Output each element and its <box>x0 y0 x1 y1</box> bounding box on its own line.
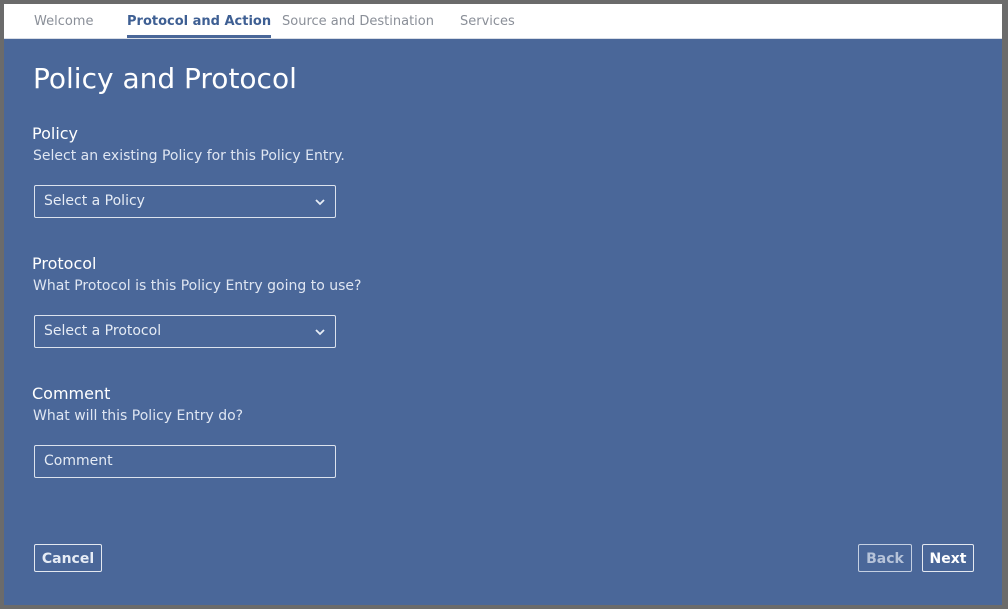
back-button[interactable]: Back <box>858 544 912 572</box>
chevron-down-icon <box>315 329 325 336</box>
policy-select[interactable]: Select a Policy <box>34 185 336 218</box>
cancel-button[interactable]: Cancel <box>34 544 102 572</box>
comment-help-text: What will this Policy Entry do? <box>33 408 244 424</box>
policy-select-value: Select a Policy <box>44 193 145 209</box>
wizard-tab-bar: Welcome Protocol and Action Source and D… <box>4 4 1002 39</box>
tab-welcome[interactable]: Welcome <box>34 4 93 38</box>
policy-label: Policy <box>32 124 79 143</box>
chevron-down-icon <box>315 199 325 206</box>
page-title: Policy and Protocol <box>33 62 297 95</box>
tab-source-and-destination[interactable]: Source and Destination <box>282 4 434 38</box>
comment-input[interactable]: Comment <box>34 445 336 478</box>
policy-entry-wizard: Welcome Protocol and Action Source and D… <box>4 4 1002 605</box>
protocol-select-value: Select a Protocol <box>44 323 162 339</box>
tab-protocol-and-action[interactable]: Protocol and Action <box>127 4 272 38</box>
protocol-label: Protocol <box>32 254 97 273</box>
protocol-select[interactable]: Select a Protocol <box>34 315 336 348</box>
tab-services[interactable]: Services <box>460 4 515 38</box>
comment-input-placeholder: Comment <box>44 453 113 469</box>
policy-help-text: Select an existing Policy for this Polic… <box>33 148 345 164</box>
next-button[interactable]: Next <box>922 544 974 572</box>
comment-label: Comment <box>32 384 111 403</box>
protocol-help-text: What Protocol is this Policy Entry going… <box>33 278 362 294</box>
